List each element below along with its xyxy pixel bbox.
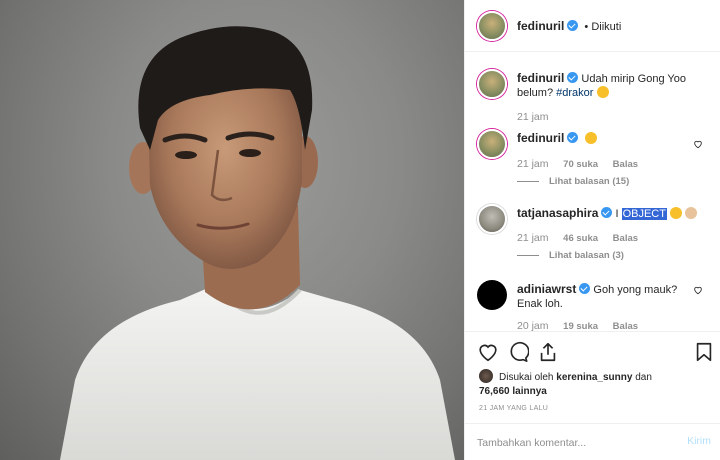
reply-button[interactable]: Balas <box>613 321 638 331</box>
comment-bubble-icon[interactable] <box>507 341 529 363</box>
laughing-emoji-icon <box>585 132 598 144</box>
comments-list[interactable]: fedinuril Udah mirip Gong Yoo belum? #dr… <box>465 53 720 331</box>
share-icon[interactable] <box>537 341 559 363</box>
comment-input[interactable] <box>477 434 667 452</box>
comment-likes[interactable]: 46 suka <box>563 233 598 244</box>
post-actions-section: Disukai oleh kerenina_sunny dan 76,660 l… <box>465 331 720 460</box>
like-comment-heart-icon[interactable] <box>693 285 703 295</box>
comment-username[interactable]: adiniawrst <box>517 282 576 296</box>
view-replies-button[interactable]: Lihat balasan (15) <box>517 176 629 187</box>
caption-username[interactable]: fedinuril <box>517 71 564 85</box>
comment-body: I <box>615 208 622 220</box>
add-comment-bar: Kirim <box>465 423 720 460</box>
header-separator: • <box>584 21 589 33</box>
comment-avatar[interactable] <box>477 204 507 234</box>
post-photo[interactable] <box>0 0 464 460</box>
liker-username[interactable]: kerenina_sunny <box>556 372 632 383</box>
verified-badge-icon <box>601 207 613 218</box>
post-header: fedinuril • Diikuti <box>465 0 720 52</box>
comment-meta: 20 jam 19 suka Balas <box>517 320 650 331</box>
caption-avatar[interactable] <box>477 69 507 99</box>
comment-time[interactable]: 21 jam <box>517 232 549 244</box>
view-replies-button[interactable]: Lihat balasan (3) <box>517 250 624 261</box>
author-username[interactable]: fedinuril <box>517 19 564 33</box>
comment-meta: 21 jam 46 suka Balas <box>517 232 650 244</box>
verified-badge-icon <box>567 20 579 31</box>
comment-username[interactable]: fedinuril <box>517 131 564 145</box>
liker-avatar[interactable] <box>479 369 493 383</box>
caption-hashtag-link[interactable]: #drakor <box>556 87 593 99</box>
reply-button[interactable]: Balas <box>613 159 638 170</box>
follow-status-button[interactable]: Diikuti <box>591 21 621 33</box>
save-bookmark-icon[interactable] <box>693 341 715 363</box>
liked-by-prefix: Disukai oleh <box>499 372 557 383</box>
rofl-emoji-icon <box>670 207 683 219</box>
verified-badge-icon <box>567 72 579 83</box>
liked-by-summary: Disukai oleh kerenina_sunny dan 76,660 l… <box>479 369 652 399</box>
verified-badge-icon <box>567 132 579 143</box>
post-detail-panel: fedinuril • Diikuti fedinuril Udah mirip… <box>464 0 720 460</box>
comment-time[interactable]: 20 jam <box>517 320 549 331</box>
comment-avatar[interactable] <box>477 129 507 159</box>
portrait-image <box>60 26 455 460</box>
author-avatar[interactable] <box>477 11 507 41</box>
selected-text: OBJECT <box>621 208 667 220</box>
reply-button[interactable]: Balas <box>613 233 638 244</box>
comment-text: fedinuril <box>517 131 598 146</box>
caption-time[interactable]: 21 jam <box>517 111 549 123</box>
liked-by-and: dan <box>632 372 652 383</box>
verified-badge-icon <box>579 283 591 294</box>
comment-likes[interactable]: 19 suka <box>563 321 598 331</box>
comment-meta: 21 jam 70 suka Balas <box>517 158 650 170</box>
comment-avatar[interactable] <box>477 280 507 310</box>
comment-time[interactable]: 21 jam <box>517 158 549 170</box>
grinning-face-emoji-icon <box>596 86 609 98</box>
caption-text: fedinuril Udah mirip Gong Yoo belum? #dr… <box>517 71 687 100</box>
post-timestamp[interactable]: 21 JAM YANG LALU <box>479 405 548 412</box>
like-heart-icon[interactable] <box>477 341 499 363</box>
comment-text: adiniawrst Goh yong mauk? Enak loh. <box>517 282 687 311</box>
clapping-hands-emoji-icon <box>685 207 698 219</box>
caption-meta: 21 jam <box>517 111 561 123</box>
likes-count-button[interactable]: 76,660 lainnya <box>479 386 547 397</box>
post-comment-button[interactable]: Kirim <box>687 435 711 447</box>
comment-likes[interactable]: 70 suka <box>563 159 598 170</box>
comment-username[interactable]: tatjanasaphira <box>517 206 598 220</box>
like-comment-heart-icon[interactable] <box>693 139 703 149</box>
comment-text: tatjanasaphira I OBJECT <box>517 206 698 221</box>
